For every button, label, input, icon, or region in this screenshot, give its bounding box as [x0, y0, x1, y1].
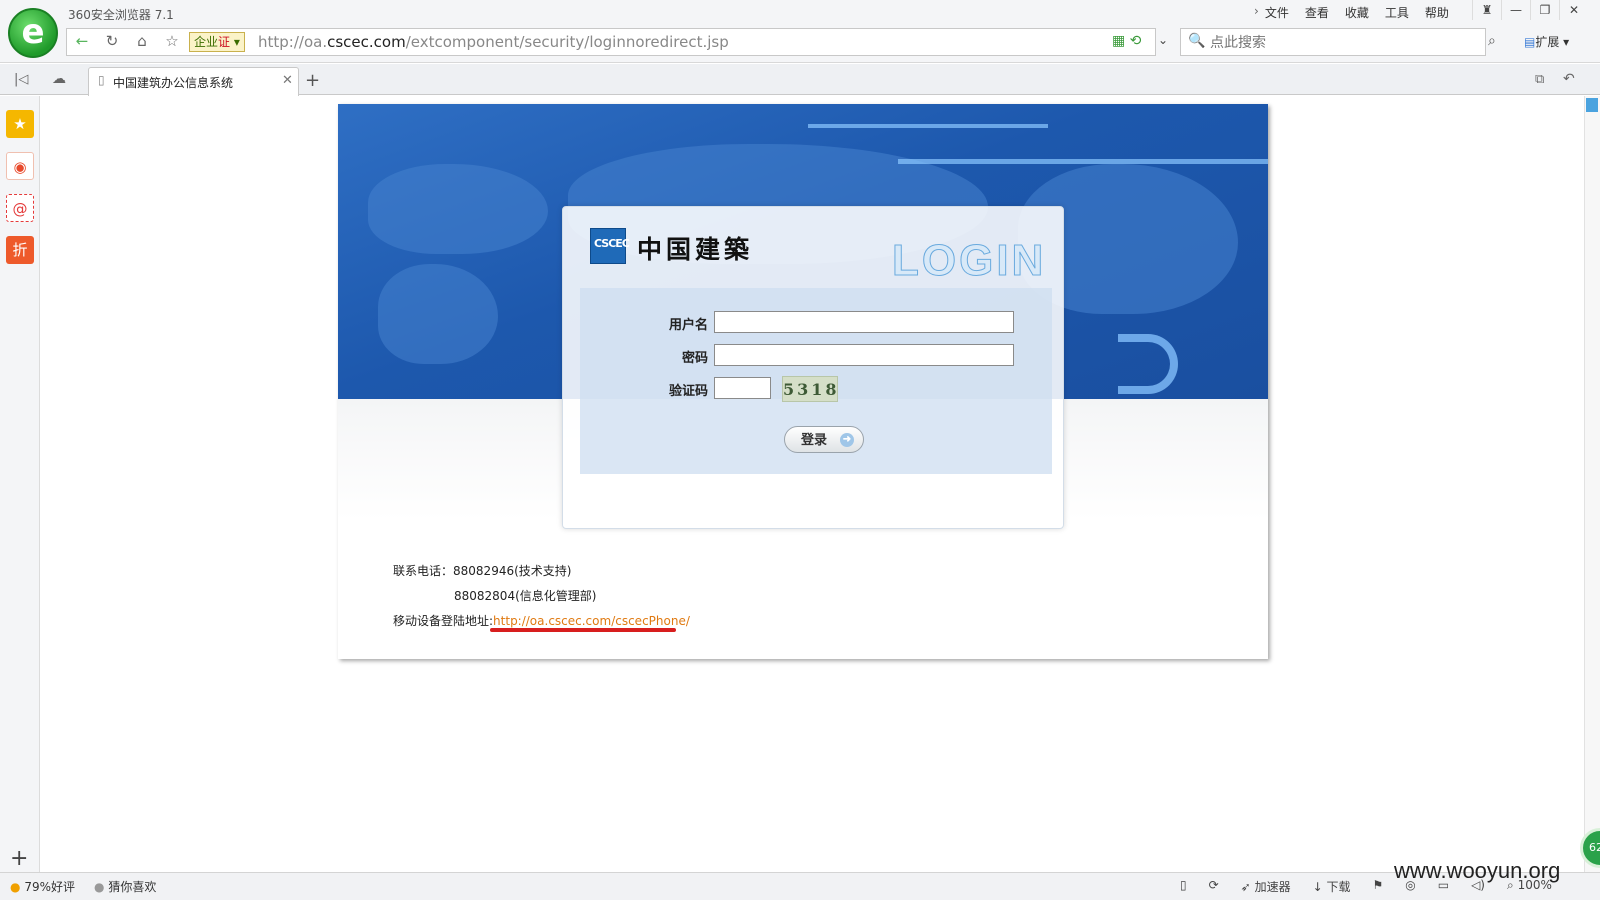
guess-like-text: 猜你喜欢 [108, 880, 157, 894]
dot-icon: ● [94, 880, 105, 894]
extensions-button[interactable]: ▤扩展 ▾ [1524, 33, 1569, 50]
download-icon: ↓ [1312, 880, 1323, 894]
map-continent [378, 264, 498, 364]
rating-text: 79%好评 [24, 880, 75, 894]
phone-it-dept: 88082804(信息化管理部) [454, 589, 597, 603]
password-input[interactable] [714, 344, 1014, 366]
username-label: 用户名 [668, 317, 708, 332]
certificate-icon: 证 [218, 35, 231, 49]
qrcode-icon[interactable]: ▦ ⟲ [1112, 33, 1141, 49]
brand-name: 中国建築 [637, 235, 754, 264]
enterprise-label: 企业 [194, 35, 219, 49]
mobile-icon[interactable]: ▯ [1180, 878, 1187, 895]
rating-item[interactable]: ● 79%好评 [10, 878, 75, 895]
red-highlight-underline [490, 628, 676, 632]
mobile-label: 移动设备登陆地址: [393, 614, 494, 628]
menu-tools[interactable]: 工具 [1385, 4, 1409, 21]
download-button[interactable]: ↓ 下载 [1313, 878, 1351, 895]
discount-icon[interactable]: 折 [6, 236, 34, 264]
accelerator-button[interactable]: ➶ 加速器 [1241, 878, 1291, 895]
decorative-arrow [808, 124, 1048, 128]
captcha-input[interactable] [714, 377, 771, 399]
contact-line: 联系电话：88082946(技术支持) [393, 562, 571, 579]
enterprise-badge[interactable]: 企业证 ▾ [189, 32, 245, 52]
decorative-arrow [898, 159, 1268, 164]
tab-close-icon[interactable]: ✕ [282, 73, 293, 88]
menu-bar: › 文件 查看 收藏 工具 帮助 [1254, 4, 1465, 21]
captcha-label: 验证码 [668, 383, 708, 398]
search-input[interactable] [1210, 31, 1460, 53]
minimize-button[interactable]: — [1501, 0, 1530, 20]
refresh-icon[interactable]: ↻ [98, 28, 126, 56]
home-icon[interactable]: ⌂ [128, 28, 156, 56]
url-prefix: http://oa. [258, 33, 328, 51]
mail-icon[interactable]: @ [6, 194, 34, 222]
window-controls: ♜ — ❐ ✕ [1472, 0, 1588, 20]
restore-tabs-icon[interactable]: ⧉ [1535, 72, 1544, 87]
vertical-scrollbar[interactable] [1584, 96, 1600, 872]
login-button[interactable]: 登录 ➜ [784, 426, 864, 453]
rocket-icon: ➶ [1240, 880, 1251, 894]
add-sidebar-icon[interactable]: + [10, 846, 28, 871]
skin-icon[interactable]: ♜ [1472, 0, 1501, 20]
extensions-icon: ▤ [1524, 35, 1536, 49]
password-label: 密码 [681, 350, 708, 365]
url-text[interactable]: http://oa.cscec.com/extcomponent/securit… [258, 33, 729, 51]
captcha-image[interactable]: 5318 [782, 376, 838, 402]
scrollbar-thumb[interactable] [1586, 98, 1598, 112]
map-continent [368, 164, 548, 254]
mobile-line: 移动设备登陆地址:http://oa.cscec.com/cscecPhone/ [393, 612, 690, 629]
chevron-right-icon[interactable]: › [1254, 4, 1259, 21]
menu-favorites[interactable]: 收藏 [1345, 4, 1369, 21]
weibo-icon[interactable]: ◉ [6, 152, 34, 180]
arrow-right-icon: ➜ [840, 433, 854, 447]
document-icon: ▯ [98, 73, 105, 87]
back-arrow-icon[interactable]: ← [68, 28, 96, 56]
undo-icon[interactable]: ↶ [1563, 71, 1575, 87]
url-domain: cscec.com [327, 33, 406, 51]
ie-icon[interactable]: ⟳ [1209, 878, 1219, 895]
url-path: /extcomponent/security/loginnoredirect.j… [405, 33, 729, 51]
orange-icon: ● [10, 880, 21, 894]
extensions-label: 扩展 [1535, 35, 1560, 49]
login-button-label: 登录 [801, 432, 828, 447]
mobile-url-link[interactable]: http://oa.cscec.com/cscecPhone/ [493, 614, 690, 628]
username-input[interactable] [714, 311, 1014, 333]
maximize-button[interactable]: ❐ [1530, 0, 1559, 20]
watermark: www.wooyun.org [1394, 858, 1561, 883]
phone-support: 88082946(技术支持) [453, 564, 572, 578]
search-engine-icon[interactable]: 🔍 [1188, 33, 1205, 49]
browser-logo: e [8, 8, 58, 58]
contact-label: 联系电话： [393, 564, 454, 578]
login-heading: LOGIN [891, 236, 1047, 286]
star-icon[interactable]: ★ [6, 110, 34, 138]
cscec-logo: CSCEC [590, 228, 630, 264]
tab-title[interactable]: 中国建筑办公信息系统 [113, 74, 233, 91]
menu-view[interactable]: 查看 [1305, 4, 1329, 21]
cloud-icon[interactable]: ☁ [52, 71, 66, 87]
search-icon[interactable]: ⌕ [1488, 33, 1496, 49]
sidebar-toggle-icon[interactable]: |◁ [14, 72, 28, 87]
new-tab-icon[interactable]: + [305, 70, 320, 91]
app-title: 360安全浏览器 7.1 [68, 8, 174, 22]
guess-like-item[interactable]: ● 猜你喜欢 [94, 878, 156, 895]
flag-icon[interactable]: ⚑ [1372, 878, 1383, 895]
menu-file[interactable]: 文件 [1265, 4, 1289, 21]
return-arrow-icon [1118, 334, 1178, 394]
star-outline-icon[interactable]: ☆ [158, 28, 186, 56]
float-ball-value: 62 [1589, 841, 1600, 854]
accelerator-label: 加速器 [1254, 880, 1291, 894]
menu-help[interactable]: 帮助 [1425, 4, 1449, 21]
float-ball-widget[interactable]: 62 [1580, 828, 1600, 868]
url-dropdown-icon[interactable]: ⌄ [1158, 33, 1168, 47]
close-button[interactable]: ✕ [1559, 0, 1588, 20]
download-label: 下载 [1326, 880, 1351, 894]
